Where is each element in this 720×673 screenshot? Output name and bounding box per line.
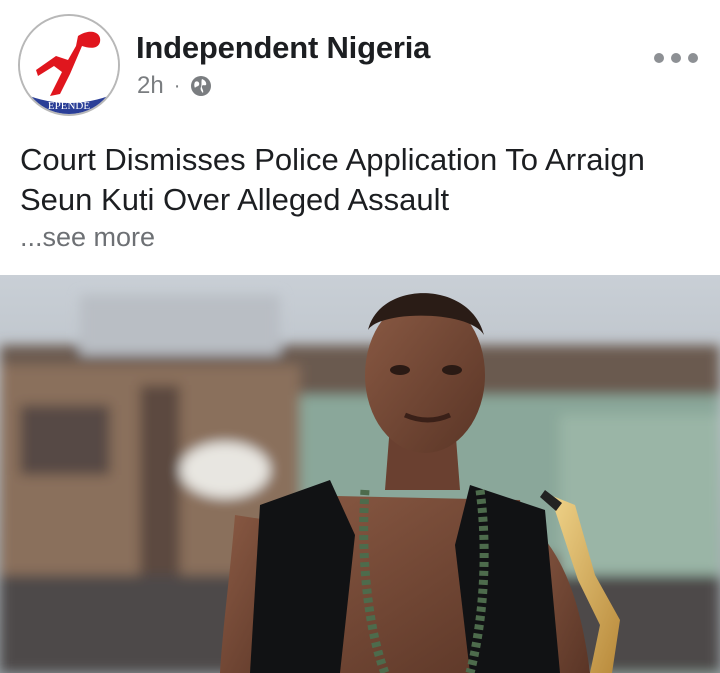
globe-icon	[191, 76, 212, 96]
more-dot	[654, 53, 664, 63]
post-meta: 2h ·	[137, 72, 212, 100]
meta-separator: ·	[173, 74, 181, 97]
svg-text:EPENDE: EPENDE	[48, 100, 90, 112]
more-dot	[671, 53, 681, 63]
post-text: Court Dismisses Police Application To Ar…	[20, 142, 645, 217]
independent-logo-icon: EPENDE	[20, 16, 118, 114]
page-avatar[interactable]: EPENDE	[18, 14, 120, 116]
more-options-icon[interactable]	[654, 48, 698, 68]
see-more-link[interactable]: ...see more	[20, 222, 155, 253]
post-photo[interactable]	[0, 275, 720, 673]
more-dot	[688, 53, 698, 63]
post-header: EPENDE Independent Nigeria 2h ·	[0, 0, 720, 130]
post-time[interactable]: 2h	[137, 72, 164, 100]
page-name[interactable]: Independent Nigeria	[136, 30, 430, 66]
post-image	[0, 275, 720, 673]
